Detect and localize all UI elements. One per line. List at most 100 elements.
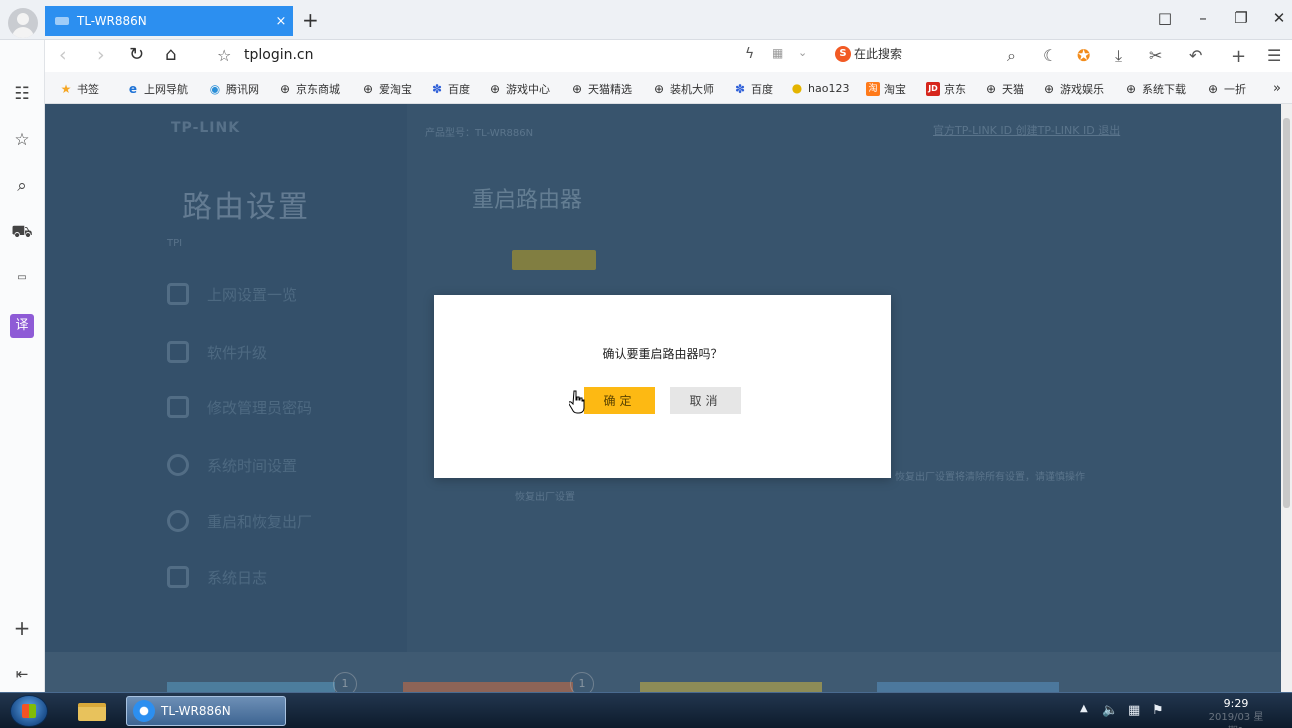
- undo-icon[interactable]: ↶: [1189, 46, 1202, 65]
- bookmark-item[interactable]: ◉ 腾讯网: [208, 81, 259, 97]
- reading-list-icon[interactable]: ☷: [10, 82, 34, 106]
- browser-app-icon: [133, 700, 155, 722]
- taskbar-app-label: TL-WR886N: [161, 704, 231, 718]
- bookmark-item[interactable]: ⊕ 系统下载: [1124, 81, 1186, 97]
- system-clock[interactable]: 9:29 2019/03 星期1: [1206, 697, 1266, 728]
- bookmark-item[interactable]: ⊕ 一折: [1206, 81, 1246, 97]
- bookmark-item[interactable]: ● hao123: [790, 81, 850, 95]
- bookmark-item[interactable]: ✽ 百度: [430, 81, 470, 97]
- bookmark-item[interactable]: ★ 书签: [59, 81, 99, 97]
- ie-icon: e: [128, 82, 138, 96]
- forward-arrow-icon[interactable]: ›: [97, 44, 105, 66]
- download-icon[interactable]: ⤓: [1115, 46, 1122, 66]
- upload-icon: [167, 341, 189, 363]
- bookmark-item[interactable]: ⊕ 游戏娱乐: [1042, 81, 1104, 97]
- chevron-down-icon[interactable]: ⌄: [798, 46, 807, 59]
- confirm-button[interactable]: 确定: [584, 387, 655, 414]
- home-icon[interactable]: ⌂: [165, 44, 176, 65]
- progress-segment: [403, 682, 573, 692]
- back-arrow-icon[interactable]: ‹: [59, 44, 67, 66]
- bookmark-label: 天猫: [1002, 83, 1024, 96]
- scrollbar-thumb[interactable]: [1283, 118, 1290, 508]
- file-explorer-button[interactable]: [72, 697, 112, 725]
- menu-icon[interactable]: ☰: [1267, 46, 1281, 65]
- bookmark-label: 京东: [944, 83, 966, 96]
- address-bar[interactable]: tplogin.cn: [244, 47, 314, 63]
- user-avatar-icon[interactable]: [8, 8, 38, 38]
- reboot-router-button: [512, 250, 596, 270]
- bookmark-item[interactable]: ⊕ 天猫: [984, 81, 1024, 97]
- network-tray-icon[interactable]: ▦: [1128, 703, 1140, 718]
- clock-time: 9:29: [1223, 697, 1249, 710]
- search-icon[interactable]: ⌕: [1007, 46, 1016, 66]
- night-mode-icon[interactable]: ☾: [1043, 46, 1057, 65]
- action-center-flag-icon[interactable]: ⚑: [1152, 703, 1164, 718]
- cancel-button[interactable]: 取消: [670, 387, 741, 414]
- new-tab-button[interactable]: +: [302, 8, 319, 32]
- bookmark-item[interactable]: ✽ 百度: [733, 81, 773, 97]
- menu-item-label: 系统时间设置: [207, 456, 298, 475]
- collapse-sidebar-icon[interactable]: ⇤: [10, 662, 34, 686]
- tab-close-icon[interactable]: ×: [269, 14, 293, 29]
- tab-favicon-icon: [55, 17, 69, 25]
- shopping-cart-icon[interactable]: ⛟: [10, 220, 34, 244]
- bookmark-item[interactable]: JD 京东: [926, 81, 966, 97]
- sub-tab: TPI: [167, 238, 183, 249]
- factory-reset-link: 恢复出厂设置: [515, 492, 575, 503]
- qr-code-icon[interactable]: ▦: [772, 46, 783, 60]
- refresh-icon[interactable]: ↻: [129, 44, 144, 65]
- start-button[interactable]: [10, 695, 48, 727]
- bookmark-item[interactable]: ⊕ 游戏中心: [488, 81, 550, 97]
- close-window-button[interactable]: ✕: [1266, 9, 1292, 27]
- hao123-icon: ●: [791, 81, 803, 95]
- translate-icon[interactable]: 译: [10, 314, 34, 338]
- page-scrollbar[interactable]: [1281, 104, 1292, 692]
- scissors-icon[interactable]: ✂: [1149, 46, 1162, 65]
- bookmark-label: 上网导航: [144, 83, 188, 96]
- menu-item-reboot: 重启和恢复出厂: [167, 510, 312, 532]
- bookmark-label: 百度: [751, 83, 773, 96]
- bookmark-label: 系统下载: [1142, 83, 1186, 96]
- live-tv-icon[interactable]: ▭: [10, 266, 34, 290]
- favorites-star-icon[interactable]: ☆: [10, 128, 34, 152]
- taskbar-browser-app[interactable]: TL-WR886N: [126, 696, 286, 726]
- window-menu-icon[interactable]: □: [1152, 9, 1178, 27]
- tray-expand-icon[interactable]: ▲: [1080, 703, 1088, 714]
- windows-logo-icon: [22, 704, 36, 718]
- router-settings-title: 路由设置: [182, 190, 310, 225]
- baidu-paw-icon: ✽: [734, 82, 746, 96]
- add-icon[interactable]: +: [1231, 46, 1246, 67]
- volume-icon[interactable]: 🔈: [1102, 703, 1118, 718]
- search-icon[interactable]: ⌕: [10, 174, 34, 198]
- game-controller-icon[interactable]: ✪: [1077, 46, 1090, 65]
- globe-icon: ⊕: [489, 82, 501, 96]
- bookmark-item[interactable]: ⊕ 京东商城: [278, 81, 340, 97]
- minimize-button[interactable]: –: [1190, 9, 1216, 27]
- globe-icon: ⊕: [571, 82, 583, 96]
- bookmark-item[interactable]: ⊕ 天猫精选: [570, 81, 632, 97]
- maximize-button[interactable]: ❐: [1228, 9, 1254, 27]
- clock-icon: [167, 454, 189, 476]
- tab-bar: TL-WR886N × + □ – ❐ ✕: [0, 0, 1292, 40]
- globe-icon: ⊕: [985, 82, 997, 96]
- tab-tl-wr886n[interactable]: TL-WR886N ×: [45, 6, 293, 36]
- menu-item-label: 上网设置一览: [207, 285, 298, 304]
- menu-item-upgrade: 软件升级: [167, 341, 267, 363]
- bookmark-item[interactable]: 淘淘宝: [866, 81, 906, 97]
- bookmark-item[interactable]: ⊕ 装机大师: [652, 81, 714, 97]
- windows-taskbar: TL-WR886N ▲ 🔈 ▦ ⚑ 9:29 2019/03 星期1: [0, 692, 1292, 728]
- lightning-icon[interactable]: ϟ: [745, 46, 754, 62]
- globe-icon: ⊕: [653, 82, 665, 96]
- bookmark-item[interactable]: e 上网导航: [126, 81, 188, 97]
- bookmark-label: 淘宝: [884, 83, 906, 96]
- bookmark-item[interactable]: ⊕ 爱淘宝: [361, 81, 412, 97]
- brand-logo: TP-LINK: [171, 120, 241, 136]
- search-box[interactable]: S 在此搜索: [835, 45, 902, 62]
- menu-item-label: 系统日志: [207, 568, 268, 587]
- bookmarks-bar: ★ 书签 e 上网导航 ◉ 腾讯网 ⊕ 京东商城 ⊕ 爱淘宝 ✽ 百度 ⊕ 游戏中心 ⊕ 天猫精…: [45, 72, 1292, 104]
- add-sidebar-icon[interactable]: +: [10, 616, 34, 640]
- progress-segment: [877, 682, 1059, 692]
- favorite-star-icon[interactable]: ☆: [217, 46, 231, 65]
- bookmarks-more-icon[interactable]: »: [1273, 81, 1281, 96]
- menu-item-network: 上网设置一览: [167, 283, 297, 305]
